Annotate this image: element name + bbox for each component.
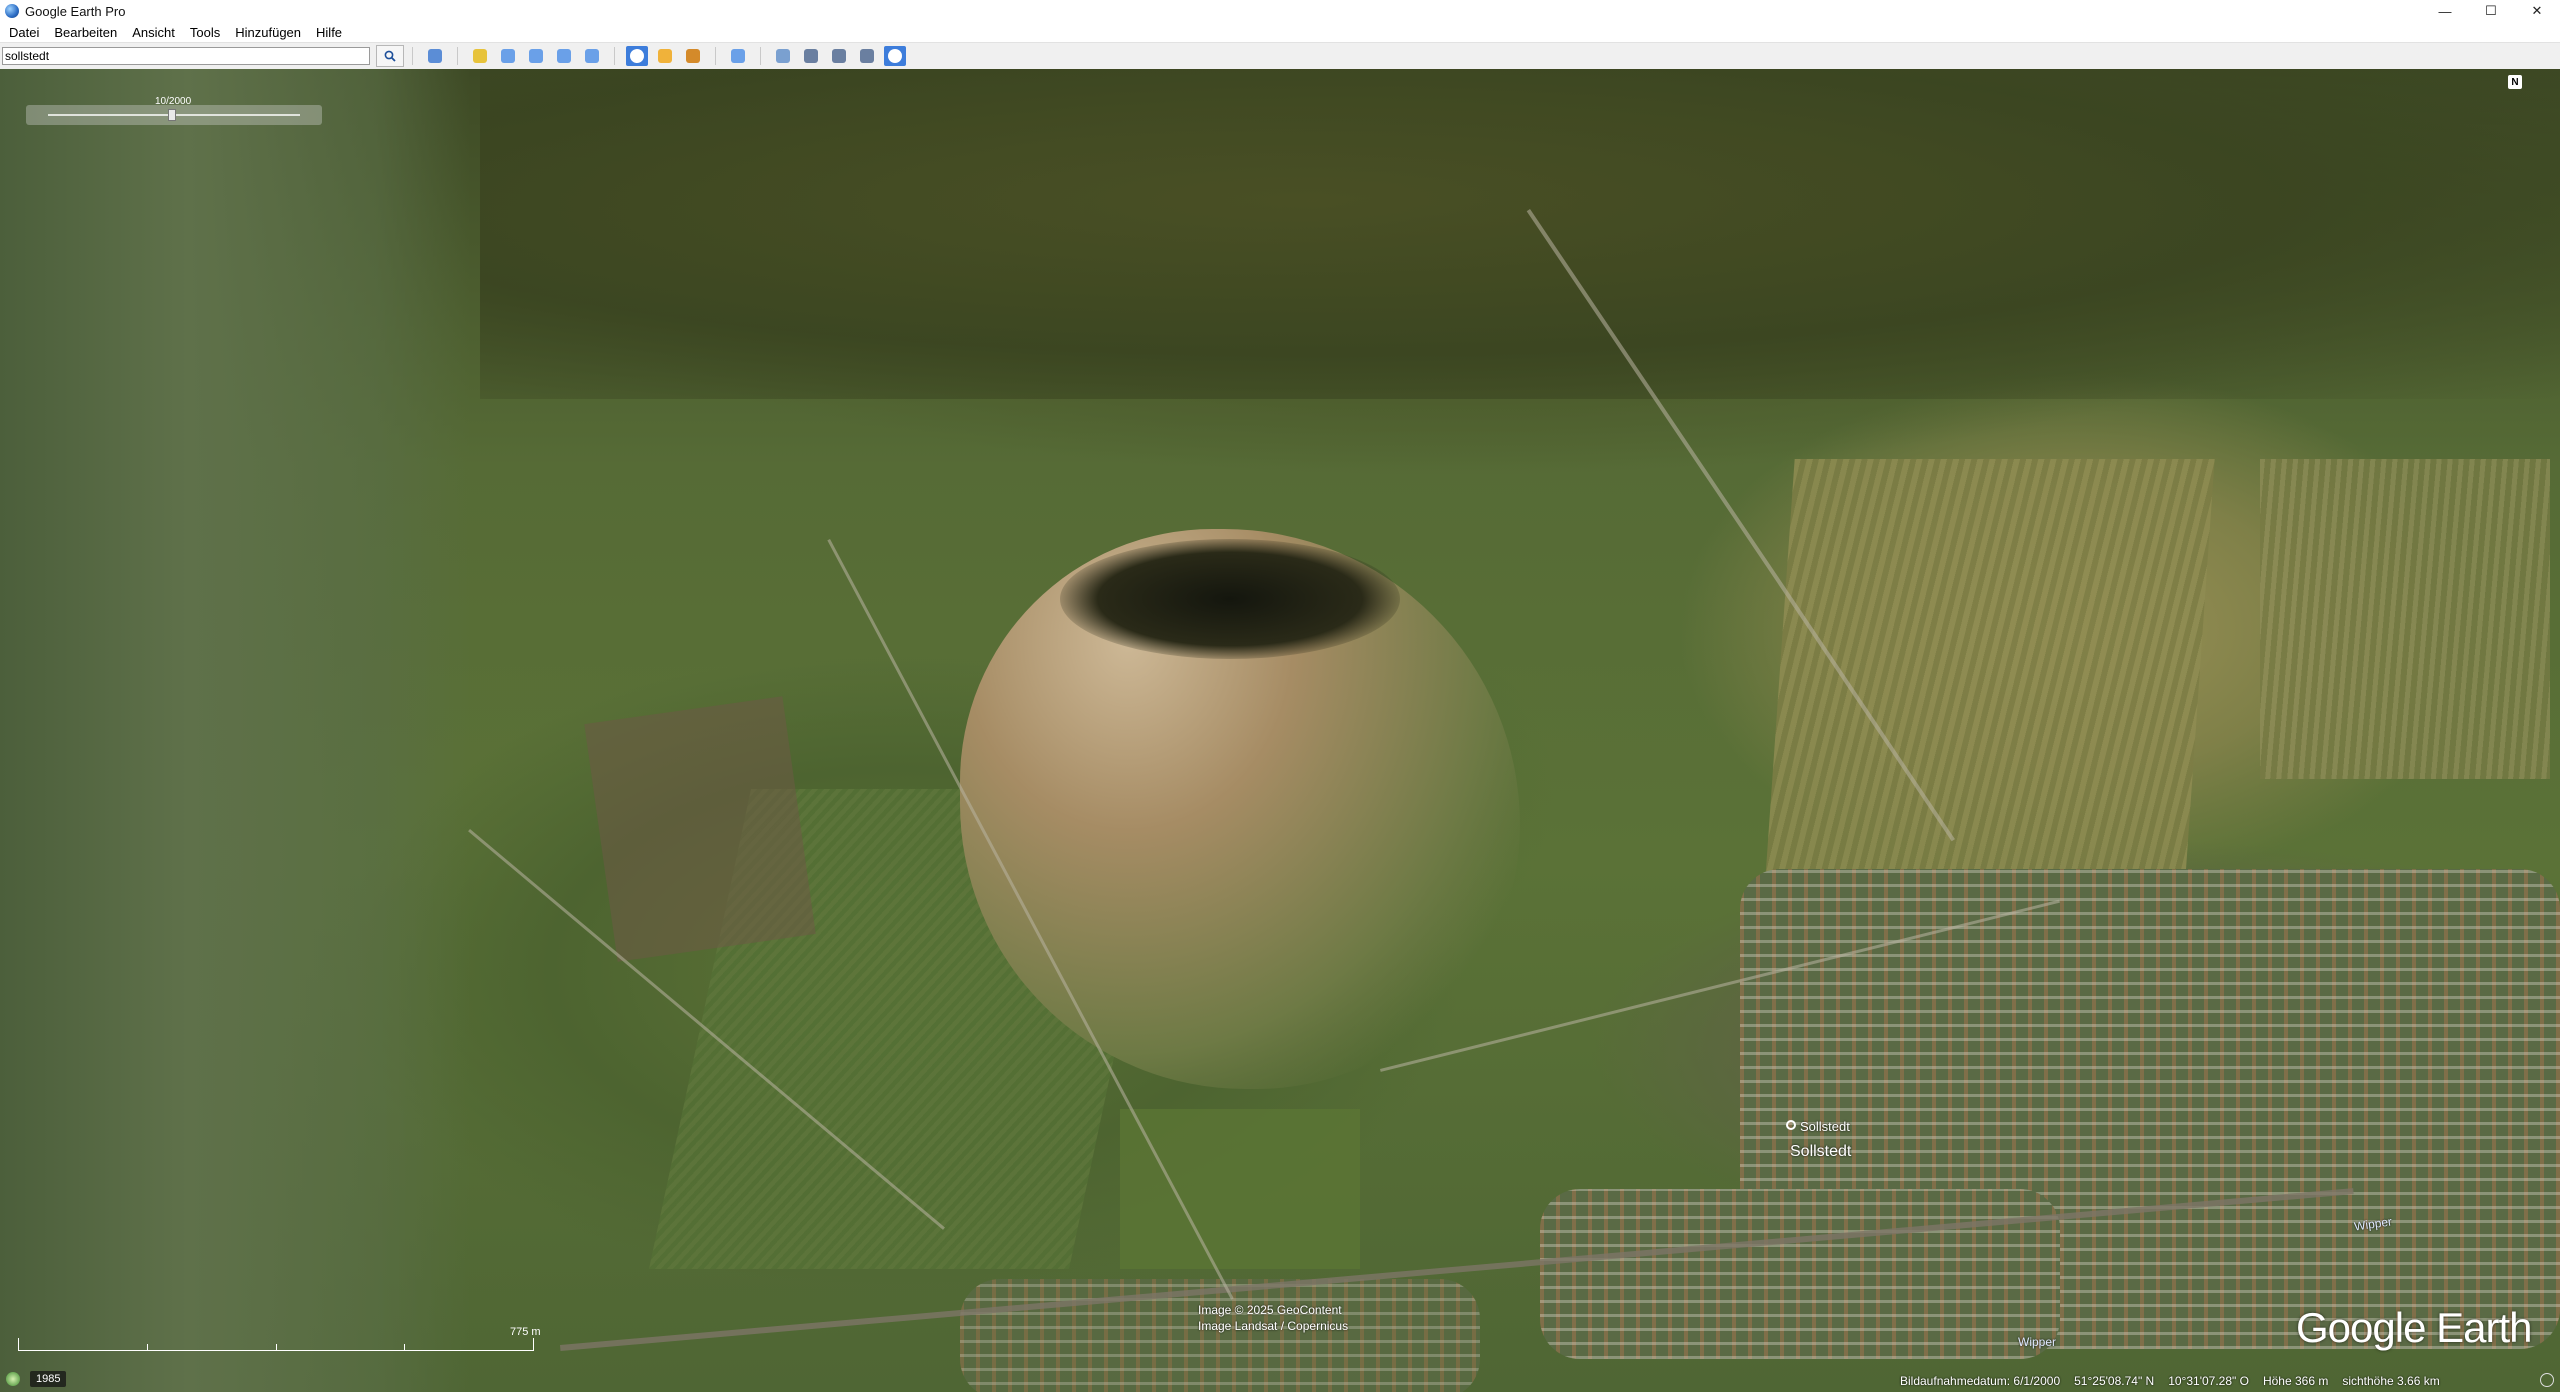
- scale-tick: [147, 1344, 148, 1350]
- save-image-icon: [832, 49, 846, 63]
- forest: [480, 69, 2560, 399]
- planets-button[interactable]: [682, 46, 704, 66]
- scale-tick: [404, 1344, 405, 1350]
- email-button[interactable]: [772, 46, 794, 66]
- elevation-readout: Höhe 366 m: [2262, 1374, 2329, 1388]
- sidebar-toggle-button[interactable]: [424, 46, 446, 66]
- toolbar-separator: [457, 47, 458, 65]
- place-pin-icon[interactable]: [1786, 1120, 1796, 1130]
- menu-datei[interactable]: Datei: [0, 25, 45, 40]
- search-button[interactable]: [376, 45, 404, 67]
- polygon-icon: [501, 49, 515, 63]
- sidebar-toggle-icon: [428, 49, 442, 63]
- earth-view-icon: [888, 49, 902, 63]
- maximize-button[interactable]: ☐: [2468, 0, 2514, 22]
- farm-field: [1120, 1109, 1360, 1269]
- north-compass-icon[interactable]: N: [2508, 75, 2522, 89]
- time-slider-thumb[interactable]: [168, 109, 176, 121]
- placemark-button[interactable]: [469, 46, 491, 66]
- historical-imagery-status-icon[interactable]: [6, 1372, 20, 1386]
- toolbar-separator: [715, 47, 716, 65]
- earth-view-button[interactable]: [884, 46, 906, 66]
- polygon-button[interactable]: [497, 46, 519, 66]
- title-bar: Google Earth Pro — ☐ ✕: [0, 0, 2560, 23]
- river-label-wipper: Wipper: [2018, 1335, 2057, 1349]
- time-slider[interactable]: [26, 105, 322, 125]
- google-earth-app-icon: [5, 4, 19, 18]
- historical-imagery-button[interactable]: [626, 46, 648, 66]
- low-resolution-region: [0, 69, 470, 1392]
- path-icon: [529, 49, 543, 63]
- sunlight-icon: [658, 49, 672, 63]
- search-icon: [384, 50, 396, 62]
- longitude-readout: 10°31'07.28" O: [2168, 1374, 2249, 1388]
- copyright-line: Image © 2025 GeoContent: [1198, 1303, 1342, 1317]
- scale-tick: [276, 1344, 277, 1350]
- path-button[interactable]: [525, 46, 547, 66]
- imagery-copyright: Image © 2025 GeoContent Image Landsat / …: [1198, 1302, 1348, 1334]
- menu-bearbeiten[interactable]: Bearbeiten: [45, 25, 123, 40]
- toolbar-separator: [412, 47, 413, 65]
- menu-hilfe[interactable]: Hilfe: [307, 25, 348, 40]
- window-title: Google Earth Pro: [25, 3, 126, 19]
- planets-icon: [686, 49, 700, 63]
- ruler-button[interactable]: [727, 46, 749, 66]
- toolbar-separator: [760, 47, 761, 65]
- scale-bar: [18, 1338, 534, 1351]
- toolbar: [0, 42, 2560, 70]
- menu-tools[interactable]: Tools: [181, 25, 226, 40]
- email-icon: [776, 49, 790, 63]
- farm-field: [2260, 459, 2550, 779]
- historical-year-badge[interactable]: 1985: [30, 1371, 67, 1387]
- farm-field: [584, 696, 816, 962]
- status-bar: Bildaufnahmedatum: 6/1/2000 51°25'08.74"…: [1900, 1372, 2454, 1390]
- close-button[interactable]: ✕: [2514, 0, 2560, 22]
- ruler-icon: [731, 49, 745, 63]
- menu-hinzufuegen[interactable]: Hinzufügen: [226, 25, 307, 40]
- place-label-sollstedt[interactable]: Sollstedt: [1790, 1143, 1851, 1161]
- imagery-date: Bildaufnahmedatum: 6/1/2000: [1900, 1374, 2061, 1388]
- search-input[interactable]: [2, 47, 370, 65]
- image-overlay-button[interactable]: [553, 46, 575, 66]
- save-image-button[interactable]: [828, 46, 850, 66]
- quarry-pit: [1060, 539, 1400, 659]
- copyright-line: Image Landsat / Copernicus: [1198, 1319, 1349, 1333]
- menu-bar: Datei Bearbeiten Ansicht Tools Hinzufüge…: [0, 22, 2560, 42]
- print-button[interactable]: [800, 46, 822, 66]
- tour-record-button[interactable]: [581, 46, 603, 66]
- view-maps-icon: [860, 49, 874, 63]
- menu-ansicht[interactable]: Ansicht: [123, 25, 181, 40]
- tour-record-icon: [585, 49, 599, 63]
- eye-altitude-readout: sichthöhe 3.66 km: [2342, 1374, 2440, 1388]
- historical-imagery-icon: [630, 49, 644, 63]
- town-area: [960, 1279, 1480, 1392]
- sunlight-button[interactable]: [654, 46, 676, 66]
- image-overlay-icon: [557, 49, 571, 63]
- latitude-readout: 51°25'08.74" N: [2074, 1374, 2155, 1388]
- town-area: [1540, 1189, 2060, 1359]
- map-viewport[interactable]: 10/2000 N Sollstedt Sollstedt Wipper Wip…: [0, 69, 2560, 1392]
- place-label-sollstedt-pin[interactable]: Sollstedt: [1800, 1119, 1850, 1134]
- google-earth-logo: Google Earth: [2296, 1304, 2532, 1351]
- toolbar-separator: [614, 47, 615, 65]
- placemark-icon: [473, 49, 487, 63]
- streaming-globe-icon: [2540, 1373, 2554, 1387]
- print-icon: [804, 49, 818, 63]
- minimize-button[interactable]: —: [2422, 0, 2468, 22]
- view-maps-button[interactable]: [856, 46, 878, 66]
- scale-label: 775 m: [510, 1326, 541, 1338]
- window-controls: — ☐ ✕: [2422, 0, 2560, 22]
- toolbar-buttons: [421, 46, 909, 66]
- farm-field: [1765, 459, 2215, 879]
- time-slider-date-label: 10/2000: [155, 96, 192, 107]
